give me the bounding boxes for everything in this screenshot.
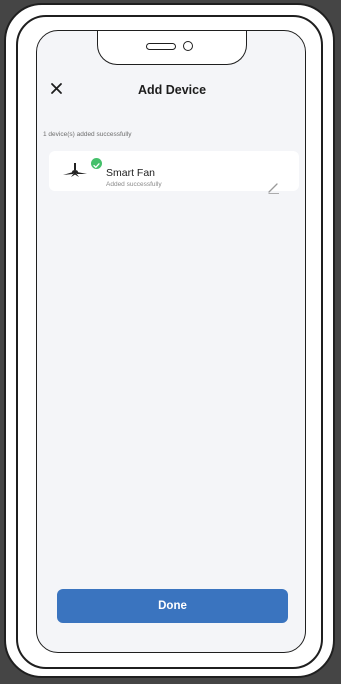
edit-pencil-icon: [268, 183, 279, 194]
app-screen: Add Device 1 device(s) added successfull…: [36, 30, 306, 653]
success-count-text: 1 device(s) added successfully: [43, 131, 132, 138]
mockup-stage: Add Device 1 device(s) added successfull…: [0, 0, 341, 684]
edit-button[interactable]: [267, 181, 281, 195]
speaker-icon: [146, 43, 176, 50]
ceiling-fan-icon: [63, 163, 87, 177]
page-title: Add Device: [137, 83, 207, 97]
check-badge-icon: [91, 158, 102, 169]
done-button[interactable]: Done: [57, 589, 288, 623]
device-status: Added successfully: [106, 181, 162, 188]
phone-notch: [97, 31, 247, 65]
device-card[interactable]: Smart Fan Added successfully: [49, 151, 299, 194]
app-header: Add Device: [37, 75, 305, 103]
camera-icon: [183, 41, 193, 51]
device-name: Smart Fan: [106, 167, 156, 179]
